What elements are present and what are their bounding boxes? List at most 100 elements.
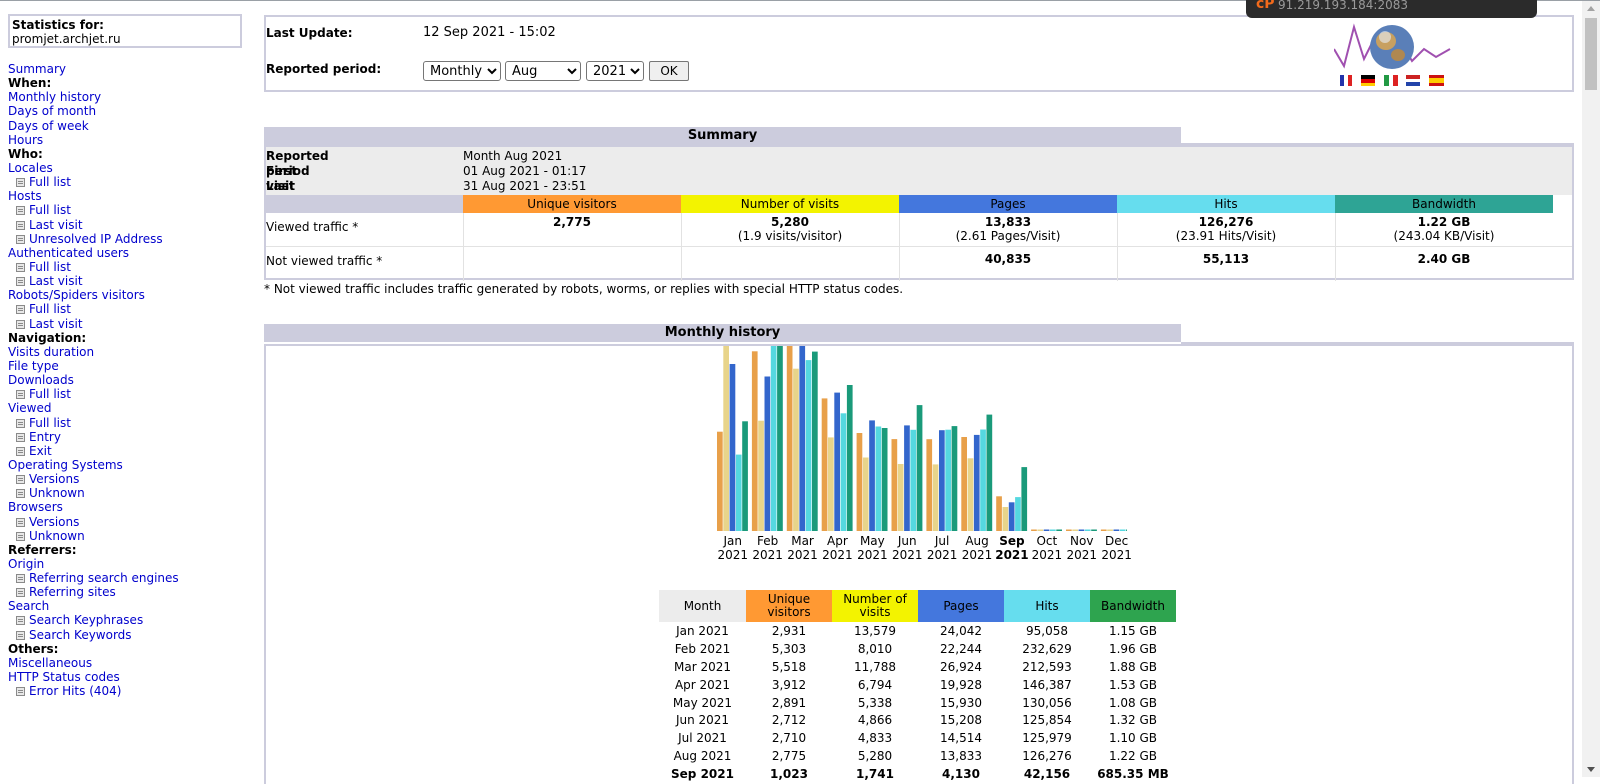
menu-link-last-visit[interactable]: Last visit xyxy=(8,274,240,288)
menu-link-versions[interactable]: Versions xyxy=(8,472,240,486)
history-row: Jun 2021 2,712 4,866 15,208 125,854 1.32 GB xyxy=(659,711,1176,729)
history-cell-unique-visitors: 2,891 xyxy=(771,695,807,710)
summary-title: Summary xyxy=(264,127,1181,145)
list-bullet-icon xyxy=(16,588,25,598)
list-bullet-icon xyxy=(16,234,25,244)
bar-pages-mar xyxy=(799,346,806,531)
menu-link-downloads[interactable]: Downloads xyxy=(8,373,240,387)
viewed-bandwidth-ratio: (243.04 KB/Visit) xyxy=(1393,229,1495,243)
not-viewed-value-text: 55,113 xyxy=(1202,252,1250,266)
menu-link-entry[interactable]: Entry xyxy=(8,430,240,444)
menu-item-label: Operating Systems xyxy=(8,457,123,472)
menu-link-robots-spiders-visitors[interactable]: Robots/Spiders visitors xyxy=(8,288,240,302)
ok-button[interactable]: OK xyxy=(649,61,689,81)
statistics-for-label: Statistics for: xyxy=(12,18,104,32)
history-row: Jan 2021 2,931 13,579 24,042 95,058 1.15 GB xyxy=(659,622,1176,640)
menu-link-search-keyphrases[interactable]: Search Keyphrases xyxy=(8,613,240,627)
period-type-select[interactable]: Monthly xyxy=(423,61,501,81)
menu-link-unknown[interactable]: Unknown xyxy=(8,486,240,500)
menu-item-label: Visits duration xyxy=(8,344,95,359)
menu-link-versions[interactable]: Versions xyxy=(8,515,240,529)
scroll-up-icon[interactable] xyxy=(1587,6,1595,11)
bar-pages-feb xyxy=(764,376,771,531)
x-label-month: Sep xyxy=(999,534,1025,548)
menu-link-hours[interactable]: Hours xyxy=(8,133,240,147)
history-row: Sep 2021 1,023 1,741 4,130 42,156 685.35 MB xyxy=(659,765,1176,783)
menu-link-error-hits-404[interactable]: Error Hits (404) xyxy=(8,684,240,698)
month-select[interactable]: Aug xyxy=(505,61,581,81)
list-bullet-icon xyxy=(16,390,25,400)
bar-bandwidth-jun xyxy=(916,405,923,531)
x-label-may: May 2021 xyxy=(855,534,889,562)
menu-link-origin[interactable]: Origin xyxy=(8,557,240,571)
menu-item-label: Full list xyxy=(29,259,71,274)
bar-bandwidth-feb xyxy=(777,346,783,531)
menu-link-summary[interactable]: Summary xyxy=(8,62,240,76)
x-label-year: 2021 xyxy=(995,548,1029,562)
menu-link-search-keywords[interactable]: Search Keywords xyxy=(8,628,240,642)
menu-link-days-of-month[interactable]: Days of month xyxy=(8,104,240,118)
menu-link-unknown[interactable]: Unknown xyxy=(8,529,240,543)
history-cell-hits: 42,156 xyxy=(1023,767,1071,782)
menu-link-file-type[interactable]: File type xyxy=(8,359,240,373)
history-cell-hits: 125,854 xyxy=(1022,713,1072,728)
menu-link-full-list[interactable]: Full list xyxy=(8,416,240,430)
menu-link-search[interactable]: Search xyxy=(8,599,240,613)
menu-item-label: Others: xyxy=(8,641,59,656)
menu-link-authenticated-users[interactable]: Authenticated users xyxy=(8,246,240,260)
menu-link-referring-search-engines[interactable]: Referring search engines xyxy=(8,571,240,585)
history-row: Mar 2021 5,518 11,788 26,924 212,593 1.88 GB xyxy=(659,658,1176,676)
history-cell-bandwidth: 1.15 GB xyxy=(1108,623,1158,638)
menu-link-visits-duration[interactable]: Visits duration xyxy=(8,345,240,359)
bar-number-of-visits-mar xyxy=(793,368,799,531)
scrollbar-thumb[interactable] xyxy=(1585,18,1597,90)
menu-link-browsers[interactable]: Browsers xyxy=(8,500,240,514)
menu-link-referring-sites[interactable]: Referring sites xyxy=(8,585,240,599)
menu-heading-referrers: Referrers: xyxy=(8,543,240,557)
menu-item-label: Last visit xyxy=(29,274,83,289)
menu-link-last-visit[interactable]: Last visit xyxy=(8,317,240,331)
menu-link-monthly-history[interactable]: Monthly history xyxy=(8,90,240,104)
history-cell-number-of-visits: 13,579 xyxy=(854,623,896,638)
year-select[interactable]: 2021 xyxy=(586,61,644,81)
viewed-bandwidth-cell: 1.22 GB (243.04 KB/Visit) xyxy=(1335,215,1553,243)
flag-netherlands-icon xyxy=(1406,75,1420,86)
menu-link-http-status-codes[interactable]: HTTP Status codes xyxy=(8,670,240,684)
history-cell-bandwidth: 1.10 GB xyxy=(1108,731,1158,746)
menu-item-label: Unknown xyxy=(29,528,85,543)
x-label-sep: Sep 2021 xyxy=(995,534,1029,562)
not-viewed-value-text: 40,835 xyxy=(984,252,1032,266)
menu-link-full-list[interactable]: Full list xyxy=(8,260,240,274)
menu-link-locales[interactable]: Locales xyxy=(8,161,240,175)
menu-item-label: Authenticated users xyxy=(8,245,130,260)
x-label-month: Dec xyxy=(1105,534,1129,548)
flag-france-icon xyxy=(1340,75,1352,86)
summary-table: Reported period Month Aug 2021 First visi… xyxy=(264,145,1574,281)
menu-link-last-visit[interactable]: Last visit xyxy=(8,218,240,232)
menu-link-exit[interactable]: Exit xyxy=(8,444,240,458)
history-cell-unique-visitors: 1,023 xyxy=(770,767,808,782)
menu-link-full-list[interactable]: Full list xyxy=(8,302,240,316)
menu-link-full-list[interactable]: Full list xyxy=(8,203,240,217)
menu-link-unresolved-ip-address[interactable]: Unresolved IP Address xyxy=(8,232,240,246)
history-cell-hits: 212,593 xyxy=(1022,659,1072,674)
history-cell-bandwidth: 1.88 GB xyxy=(1108,659,1158,674)
history-cell-hits: 146,387 xyxy=(1022,677,1072,692)
menu-item-label: Full list xyxy=(29,415,71,430)
scroll-down-icon[interactable] xyxy=(1587,767,1595,772)
history-cell-month: Jan 2021 xyxy=(676,623,729,638)
menu-link-hosts[interactable]: Hosts xyxy=(8,189,240,203)
x-label-mar: Mar 2021 xyxy=(786,534,820,562)
history-col-hits: Hits xyxy=(1004,590,1090,622)
bar-pages-jan xyxy=(729,364,736,531)
menu-item-label: Full list xyxy=(29,302,71,317)
list-bullet-icon xyxy=(16,418,25,428)
menu-link-viewed[interactable]: Viewed xyxy=(8,401,240,415)
vertical-scrollbar[interactable] xyxy=(1582,1,1600,777)
menu-link-miscellaneous[interactable]: Miscellaneous xyxy=(8,656,240,670)
menu-link-full-list[interactable]: Full list xyxy=(8,175,240,189)
menu-link-days-of-week[interactable]: Days of week xyxy=(8,119,240,133)
menu-link-full-list[interactable]: Full list xyxy=(8,387,240,401)
summary-col-unique-visitors: Unique visitors xyxy=(463,195,681,213)
menu-link-operating-systems[interactable]: Operating Systems xyxy=(8,458,240,472)
